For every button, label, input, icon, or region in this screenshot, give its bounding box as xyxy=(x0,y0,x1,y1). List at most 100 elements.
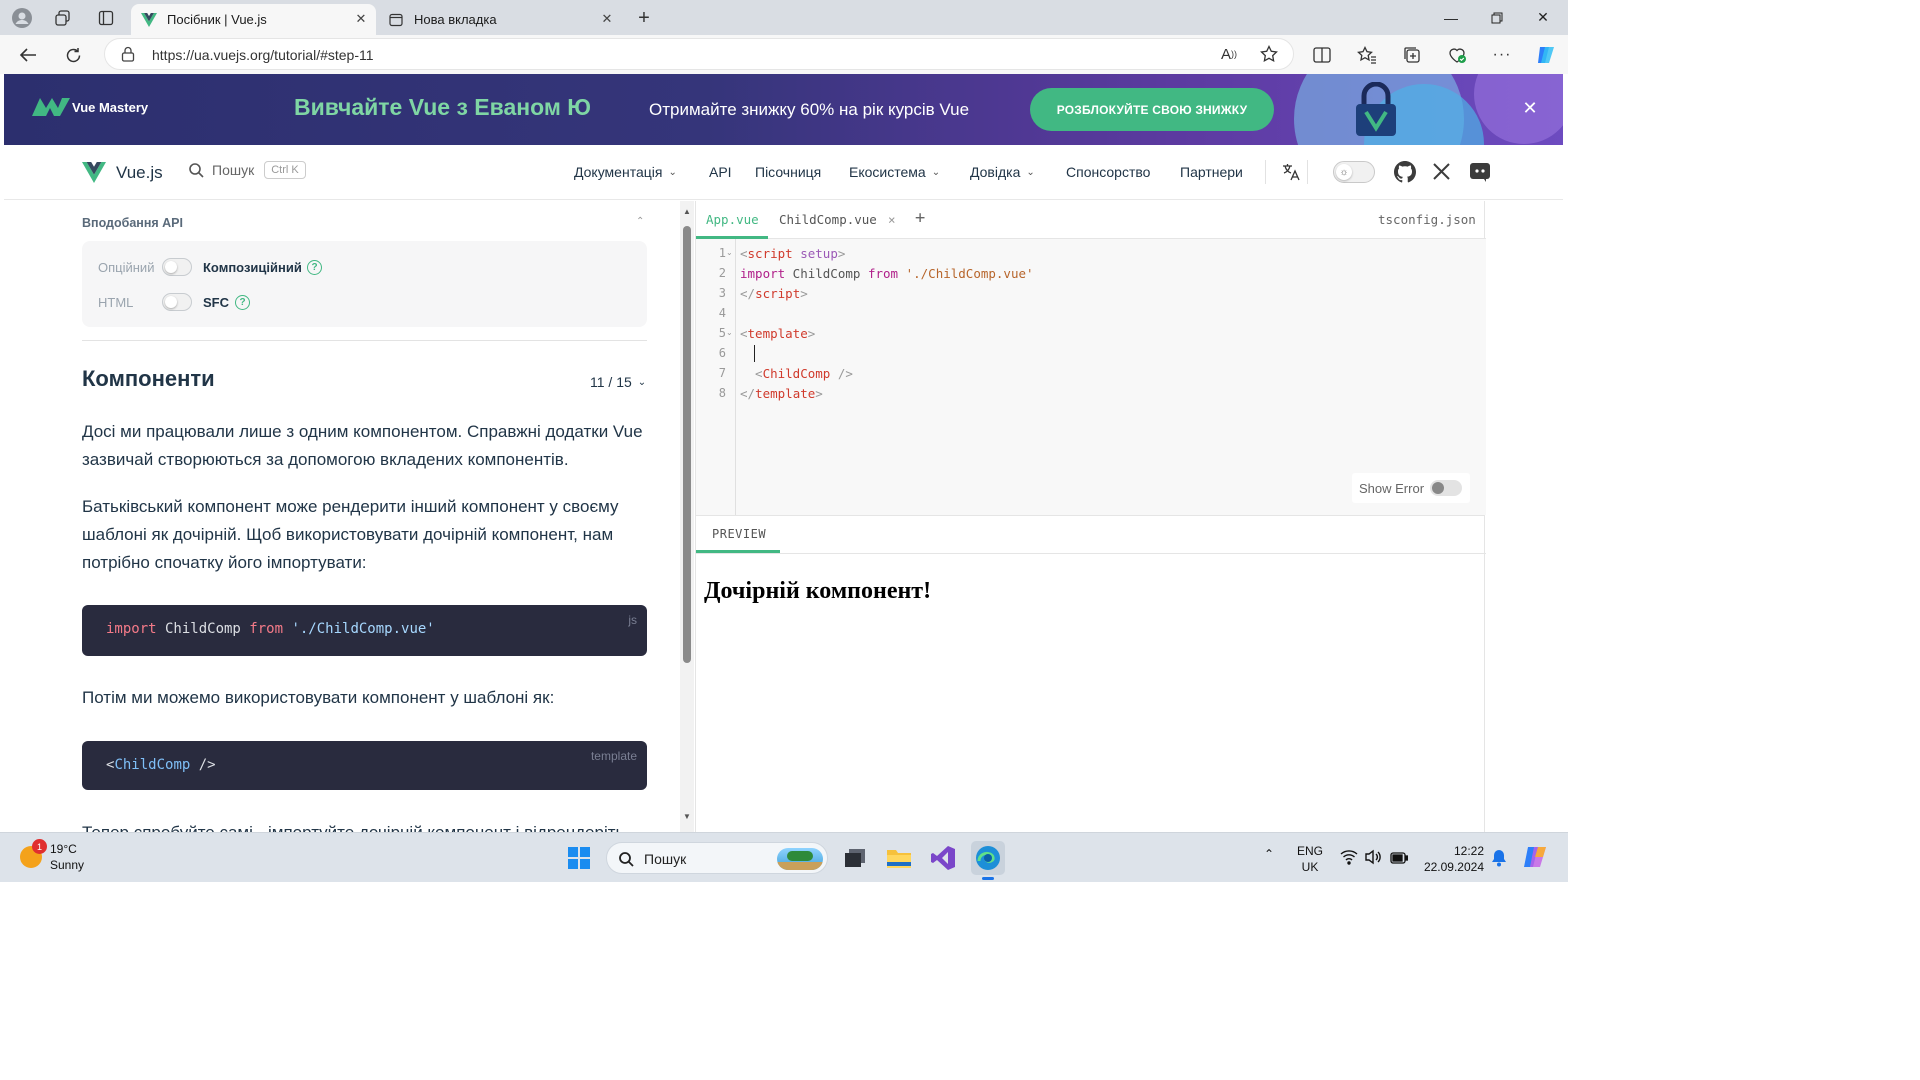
nav-playground[interactable]: Пісочниця xyxy=(755,164,821,180)
code-token: </ xyxy=(740,286,756,301)
help-icon[interactable]: ? xyxy=(235,295,250,310)
nav-partners[interactable]: Партнери xyxy=(1180,164,1243,180)
favorite-star-icon[interactable] xyxy=(1257,42,1281,66)
close-tab-icon[interactable]: ✕ xyxy=(598,10,616,28)
notification-bell-icon[interactable] xyxy=(1491,849,1507,872)
fold-chevron-icon[interactable]: ⌄ xyxy=(726,328,733,337)
theme-toggle-icon[interactable]: ☼ xyxy=(1333,161,1375,183)
x-twitter-icon[interactable] xyxy=(1432,162,1451,186)
wifi-icon[interactable] xyxy=(1340,849,1358,870)
read-aloud-label: A xyxy=(1220,45,1231,63)
copilot-icon[interactable] xyxy=(1534,43,1558,67)
nav-docs[interactable]: Документація ⌄ xyxy=(574,164,677,180)
minimize-icon[interactable]: — xyxy=(1428,0,1474,35)
add-file-icon[interactable]: + xyxy=(915,208,925,228)
fold-chevron-icon[interactable]: ⌄ xyxy=(726,248,733,257)
discord-icon[interactable] xyxy=(1469,162,1491,187)
url-field[interactable]: https://ua.vuejs.org/tutorial/#step-11 A… xyxy=(104,38,1294,70)
nav-label: Довідка xyxy=(970,164,1021,180)
nav-divider xyxy=(1307,160,1308,184)
file-tab-app-vue[interactable]: App.vue xyxy=(706,212,759,227)
clock[interactable]: 12:22 22.09.2024 xyxy=(1420,843,1484,875)
code-lang-label: js xyxy=(628,613,637,627)
scrollbar-thumb[interactable] xyxy=(683,226,691,663)
code-token: import xyxy=(740,266,786,281)
lock-icon[interactable] xyxy=(121,46,137,62)
volume-icon[interactable] xyxy=(1364,849,1382,870)
preview-tab[interactable]: PREVIEW xyxy=(712,527,766,541)
split-screen-icon[interactable] xyxy=(1310,43,1334,67)
language-indicator[interactable]: ENG UK xyxy=(1297,843,1323,875)
start-icon[interactable] xyxy=(562,841,596,875)
file-tab-tsconfig[interactable]: tsconfig.json xyxy=(1378,212,1476,227)
close-window-icon[interactable]: ✕ xyxy=(1520,0,1566,35)
vue-logo-icon xyxy=(82,162,106,183)
copilot-taskbar-icon[interactable] xyxy=(1522,843,1550,876)
nav-api[interactable]: API xyxy=(709,164,732,180)
weather-widget[interactable]: 1 19°C Sunny xyxy=(20,839,84,873)
github-icon[interactable] xyxy=(1394,161,1416,188)
vue-mastery-logo[interactable]: Vue Mastery xyxy=(32,96,148,118)
back-icon[interactable] xyxy=(14,41,42,69)
site-logo[interactable]: Vue.js xyxy=(82,162,163,183)
line-number: 2 xyxy=(718,266,726,280)
visual-studio-icon[interactable] xyxy=(926,841,960,875)
file-tab-childcomp-vue[interactable]: ChildComp.vue xyxy=(779,212,877,227)
code-keyword: from xyxy=(249,621,284,637)
task-view-icon[interactable] xyxy=(838,841,872,875)
tab-new-tab[interactable]: Нова вкладка ✕ xyxy=(378,4,622,35)
format-toggle[interactable] xyxy=(162,293,192,311)
collections-icon[interactable] xyxy=(1400,43,1424,67)
code-tag: ChildComp xyxy=(114,757,191,773)
scroll-up-icon[interactable]: ▲ xyxy=(682,207,692,216)
tutorial-scrollbar[interactable]: ▲ ▼ xyxy=(680,201,694,832)
favorites-icon[interactable] xyxy=(1355,43,1379,67)
file-explorer-icon[interactable] xyxy=(882,841,916,875)
nav-about[interactable]: Довідка ⌄ xyxy=(970,164,1035,180)
sun-icon: ☼ xyxy=(1336,164,1352,180)
api-style-toggle[interactable] xyxy=(162,258,192,276)
refresh-icon[interactable] xyxy=(59,41,87,69)
new-tab-button[interactable]: + xyxy=(632,6,656,30)
line-gutter: 1 ⌄ 2 3 4 5 ⌄ 6 7 8 xyxy=(696,239,736,515)
code-line: import ChildComp from './ChildComp.vue' xyxy=(740,266,1034,281)
taskbar-search[interactable]: Пошук xyxy=(606,842,828,874)
chevron-up-icon[interactable]: ⌃ xyxy=(1264,847,1274,861)
battery-icon[interactable] xyxy=(1390,851,1409,869)
close-file-icon[interactable]: × xyxy=(888,212,896,227)
translate-icon[interactable] xyxy=(1282,163,1300,186)
read-aloud-icon[interactable]: A)) xyxy=(1217,42,1241,66)
code-line: <ChildComp /> xyxy=(106,757,216,773)
close-banner-icon[interactable]: ✕ xyxy=(1520,98,1540,118)
toggle-switch[interactable] xyxy=(1430,480,1462,496)
code-area[interactable]: 1 ⌄ 2 3 4 5 ⌄ 6 7 8 <script setup> import ChildCom… xyxy=(696,239,1486,515)
lesson-paragraph: Досі ми працювали лише з одним компонент… xyxy=(82,422,643,469)
edge-icon[interactable] xyxy=(971,841,1005,880)
close-tab-icon[interactable]: ✕ xyxy=(352,10,370,28)
tutorial-panel: Вподобання API ⌃ Опційний Композиційний … xyxy=(4,201,680,832)
restore-icon[interactable] xyxy=(1474,0,1520,35)
scroll-down-icon[interactable]: ▼ xyxy=(682,812,692,821)
step-selector[interactable]: 11 / 15 ⌄ xyxy=(590,374,646,390)
text-cursor xyxy=(754,345,755,362)
show-error-label: Show Error xyxy=(1359,480,1425,496)
profile-icon[interactable] xyxy=(10,6,34,30)
line-number: 4 xyxy=(718,306,726,320)
workspaces-icon[interactable] xyxy=(51,6,75,30)
line-number: 5 xyxy=(718,326,726,340)
browser-essentials-icon[interactable] xyxy=(1445,43,1469,67)
tab-tutorial[interactable]: Посібник | Vue.js ✕ xyxy=(131,4,376,35)
lesson-paragraph: Батьківський компонент може рендерити ін… xyxy=(82,497,619,572)
banner-decoration xyxy=(1474,74,1563,144)
help-icon[interactable]: ? xyxy=(307,260,322,275)
more-icon[interactable]: ··· xyxy=(1490,43,1514,67)
chevron-down-icon: ⌄ xyxy=(931,166,941,178)
unlock-discount-button[interactable]: РОЗБЛОКУЙТЕ СВОЮ ЗНИЖКУ xyxy=(1030,88,1274,131)
nav-ecosystem[interactable]: Екосистема ⌄ xyxy=(849,164,940,180)
tab-actions-icon[interactable] xyxy=(94,6,118,30)
site-search[interactable]: Пошук Ctrl K xyxy=(188,161,306,179)
collapse-chevron-icon[interactable]: ⌃ xyxy=(636,216,644,227)
api-preference-title: Вподобання API xyxy=(82,216,183,230)
nav-sponsor[interactable]: Спонсорство xyxy=(1066,164,1150,180)
show-error-toggle[interactable]: Show Error xyxy=(1352,473,1470,503)
